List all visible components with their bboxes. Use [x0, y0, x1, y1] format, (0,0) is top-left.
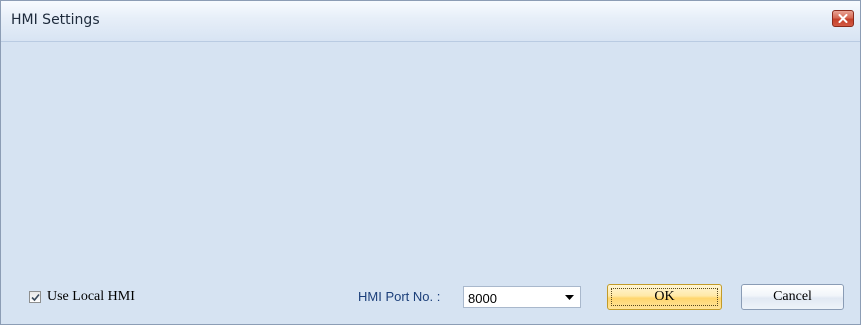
close-button[interactable]	[832, 10, 854, 27]
hmi-settings-dialog: HMI Settings Use Local HMI HMI Port No. …	[0, 0, 861, 325]
checkmark-icon	[31, 293, 40, 302]
use-local-hmi-option[interactable]: Use Local HMI	[29, 289, 135, 305]
cancel-button[interactable]: Cancel	[741, 284, 844, 310]
hmi-port-select[interactable]: 8000	[463, 286, 581, 308]
use-local-hmi-label: Use Local HMI	[47, 289, 135, 304]
hmi-port-label: HMI Port No. :	[358, 289, 441, 304]
dialog-footer: Use Local HMI HMI Port No. : 8000 OK Can…	[1, 277, 860, 317]
ok-button-label: OK	[654, 289, 675, 304]
ok-button[interactable]: OK	[607, 284, 722, 310]
chevron-down-icon[interactable]	[565, 295, 574, 300]
title-bar: HMI Settings	[1, 1, 860, 42]
use-local-hmi-checkbox[interactable]	[29, 291, 41, 303]
cancel-button-label: Cancel	[773, 289, 812, 304]
hmi-port-value: 8000	[468, 291, 497, 306]
close-icon	[838, 14, 848, 23]
dialog-title: HMI Settings	[11, 12, 100, 28]
